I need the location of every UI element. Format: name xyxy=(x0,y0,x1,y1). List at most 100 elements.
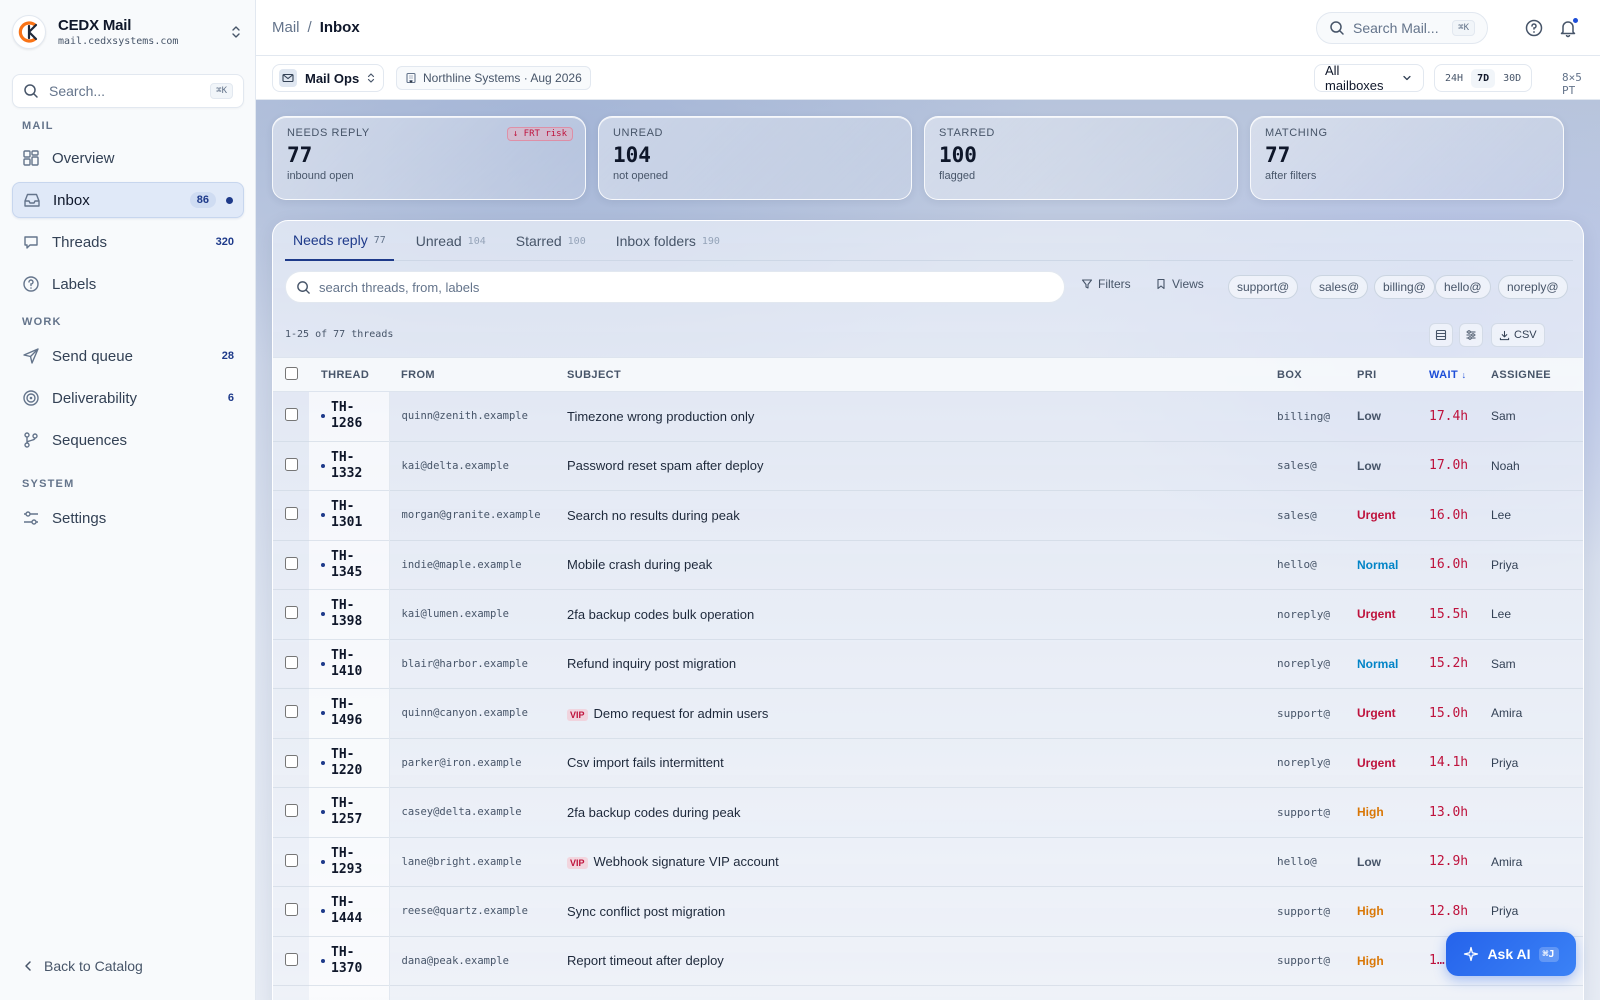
range-24h[interactable]: 24H xyxy=(1439,69,1469,88)
subject-cell[interactable]: Report timeout after deploy xyxy=(559,936,1277,986)
metric-card-unread[interactable]: UNREAD 104 not opened xyxy=(598,116,912,200)
row-checkbox[interactable] xyxy=(285,655,298,669)
column-header-box[interactable]: BOX xyxy=(1277,357,1357,392)
row-checkbox[interactable] xyxy=(285,754,298,768)
mailbox-chip-noreply[interactable]: noreply@ xyxy=(1498,275,1568,299)
workspace-switcher[interactable]: Mail Ops xyxy=(272,64,384,92)
subject-cell[interactable]: Refund inquiry post migration xyxy=(559,639,1277,689)
assignee-cell[interactable]: Amira xyxy=(1491,689,1583,739)
thread-search-input[interactable]: search threads, from, labels xyxy=(285,271,1065,303)
subject-cell[interactable]: Timezone wrong production only xyxy=(559,392,1277,442)
column-header-subject[interactable]: SUBJECT xyxy=(559,357,1277,392)
column-settings[interactable] xyxy=(1459,323,1483,347)
mailbox-chip-sales[interactable]: sales@ xyxy=(1310,275,1369,299)
column-header-wait[interactable]: WAIT ↓ xyxy=(1429,357,1491,392)
row-checkbox[interactable] xyxy=(285,556,298,570)
ask-ai-button[interactable]: Ask AI ⌘J xyxy=(1446,932,1576,976)
tab-needs-reply[interactable]: Needs reply 77 xyxy=(285,221,394,261)
table-row[interactable]: TH- 1398 kai@lumen.example 2fa backup codes… xyxy=(273,589,1583,640)
thread-id-cell[interactable]: TH- 1301 xyxy=(309,490,390,540)
mailbox-select[interactable]: All mailboxes xyxy=(1314,63,1424,93)
row-checkbox[interactable] xyxy=(285,804,298,818)
thread-id-cell[interactable]: TH- 1398 xyxy=(309,589,390,639)
thread-id-cell[interactable]: TH- xyxy=(309,985,390,1000)
thread-id-cell[interactable]: TH- 1257 xyxy=(309,787,390,837)
mailbox-chip-hello[interactable]: hello@ xyxy=(1435,275,1491,299)
sidebar-item-send-queue[interactable]: Send queue 28 xyxy=(12,338,244,374)
sidebar-item-threads[interactable]: Threads 320 xyxy=(12,224,244,260)
row-checkbox[interactable] xyxy=(285,853,298,867)
table-row[interactable]: TH- 1444 reese@quartz.example Sync conflict… xyxy=(273,886,1583,937)
global-search[interactable]: Search Mail... ⌘K xyxy=(1316,12,1488,44)
assignee-cell[interactable] xyxy=(1491,788,1583,838)
column-header-thread[interactable]: THREAD xyxy=(309,357,389,392)
table-row[interactable]: TH- 1293 lane@bright.example VIP Webhook sig… xyxy=(273,837,1583,887)
table-row[interactable]: TH- 1220 parker@iron.example Csv import fai… xyxy=(273,738,1583,788)
metric-card-needs-reply[interactable]: NEEDS REPLY 77 inbound open ↓ FRT risk xyxy=(272,116,586,200)
assignee-cell[interactable]: Lee xyxy=(1491,590,1583,640)
sidebar-item-inbox[interactable]: Inbox 86 xyxy=(12,182,244,218)
thread-id-cell[interactable]: TH- 1496 xyxy=(309,688,390,738)
mailbox-chip-billing[interactable]: billing@ xyxy=(1374,275,1435,299)
filters-button[interactable]: Filters xyxy=(1081,277,1131,291)
assignee-cell[interactable]: Sam xyxy=(1491,639,1583,689)
subject-cell[interactable]: Csv import fails intermittent xyxy=(559,738,1277,788)
table-row[interactable]: TH- 1257 casey@delta.example 2fa backup cod… xyxy=(273,787,1583,838)
subject-cell[interactable] xyxy=(559,986,1277,1000)
density-toggle[interactable] xyxy=(1429,323,1453,347)
table-row[interactable]: TH- 1410 blair@harbor.example Refund inquir… xyxy=(273,639,1583,689)
sidebar-item-settings[interactable]: Settings xyxy=(12,500,244,536)
thread-id-cell[interactable]: TH- 1220 xyxy=(309,738,390,788)
row-checkbox[interactable] xyxy=(285,952,298,966)
tab-starred[interactable]: Starred 100 xyxy=(508,221,594,261)
subject-cell[interactable]: VIP Demo request for admin users xyxy=(559,689,1277,739)
assignee-cell[interactable]: Lee xyxy=(1491,491,1583,541)
subject-cell[interactable]: 2fa backup codes during peak xyxy=(559,788,1277,838)
table-row[interactable]: TH- 1370 dana@peak.example Report timeout a… xyxy=(273,936,1583,986)
thread-id-cell[interactable]: TH- 1345 xyxy=(309,540,390,590)
assignee-cell[interactable]: Sam xyxy=(1491,392,1583,442)
thread-id-cell[interactable]: TH- 1332 xyxy=(309,441,390,491)
row-checkbox[interactable] xyxy=(285,705,298,719)
column-header-pri[interactable]: PRI xyxy=(1357,357,1429,392)
help-icon[interactable] xyxy=(1524,18,1544,38)
thread-id-cell[interactable]: TH- 1286 xyxy=(309,391,390,441)
subject-cell[interactable]: 2fa backup codes bulk operation xyxy=(559,590,1277,640)
export-csv-button[interactable]: CSV xyxy=(1491,323,1545,347)
assignee-cell[interactable]: Amira xyxy=(1491,837,1583,887)
thread-id-cell[interactable]: TH- 1410 xyxy=(309,639,390,689)
back-to-catalog-link[interactable]: Back to Catalog xyxy=(22,958,143,974)
assignee-cell[interactable]: Noah xyxy=(1491,441,1583,491)
row-checkbox[interactable] xyxy=(285,507,298,521)
row-checkbox[interactable] xyxy=(285,606,298,620)
assignee-cell[interactable]: Priya xyxy=(1491,540,1583,590)
range-30d[interactable]: 30D xyxy=(1497,69,1527,88)
table-row[interactable]: TH- 1496 quinn@canyon.example VIP Demo reque… xyxy=(273,688,1583,739)
column-header-assignee[interactable]: ASSIGNEE xyxy=(1491,357,1583,392)
tab-inbox-folders[interactable]: Inbox folders 190 xyxy=(608,221,728,261)
subject-cell[interactable]: Sync conflict post migration xyxy=(559,887,1277,937)
breadcrumb-mail[interactable]: Mail xyxy=(272,19,300,36)
sidebar-item-labels[interactable]: Labels xyxy=(12,266,244,302)
assignee-cell[interactable]: Priya xyxy=(1491,887,1583,937)
thread-id-cell[interactable]: TH- 1293 xyxy=(309,837,390,887)
row-checkbox[interactable] xyxy=(285,903,298,917)
row-checkbox[interactable] xyxy=(285,408,298,422)
subject-cell[interactable]: VIP Webhook signature VIP account xyxy=(559,837,1277,887)
views-button[interactable]: Views xyxy=(1155,277,1204,291)
table-row[interactable]: TH- 1301 morgan@granite.example Search no r… xyxy=(273,490,1583,541)
assignee-cell[interactable] xyxy=(1491,986,1583,1000)
sidebar-item-deliverability[interactable]: Deliverability 6 xyxy=(12,380,244,416)
mailbox-chip-support[interactable]: support@ xyxy=(1228,275,1299,299)
subject-cell[interactable]: Search no results during peak xyxy=(559,491,1277,541)
brand-switcher[interactable]: CEDX Mail mail.cedxsystems.com xyxy=(12,14,244,50)
tab-unread[interactable]: Unread 104 xyxy=(408,221,494,261)
sidebar-item-overview[interactable]: Overview xyxy=(12,140,244,176)
thread-id-cell[interactable]: TH- 1444 xyxy=(309,886,390,936)
thread-id-cell[interactable]: TH- 1370 xyxy=(309,936,390,986)
table-row[interactable]: TH- 1345 indie@maple.example Mobile crash d… xyxy=(273,540,1583,590)
subject-cell[interactable]: Password reset spam after deploy xyxy=(559,441,1277,491)
metric-card-matching[interactable]: MATCHING 77 after filters xyxy=(1250,116,1564,200)
select-all-checkbox[interactable] xyxy=(285,366,298,380)
table-row[interactable]: TH- 1332 kai@delta.example Password reset s… xyxy=(273,441,1583,491)
